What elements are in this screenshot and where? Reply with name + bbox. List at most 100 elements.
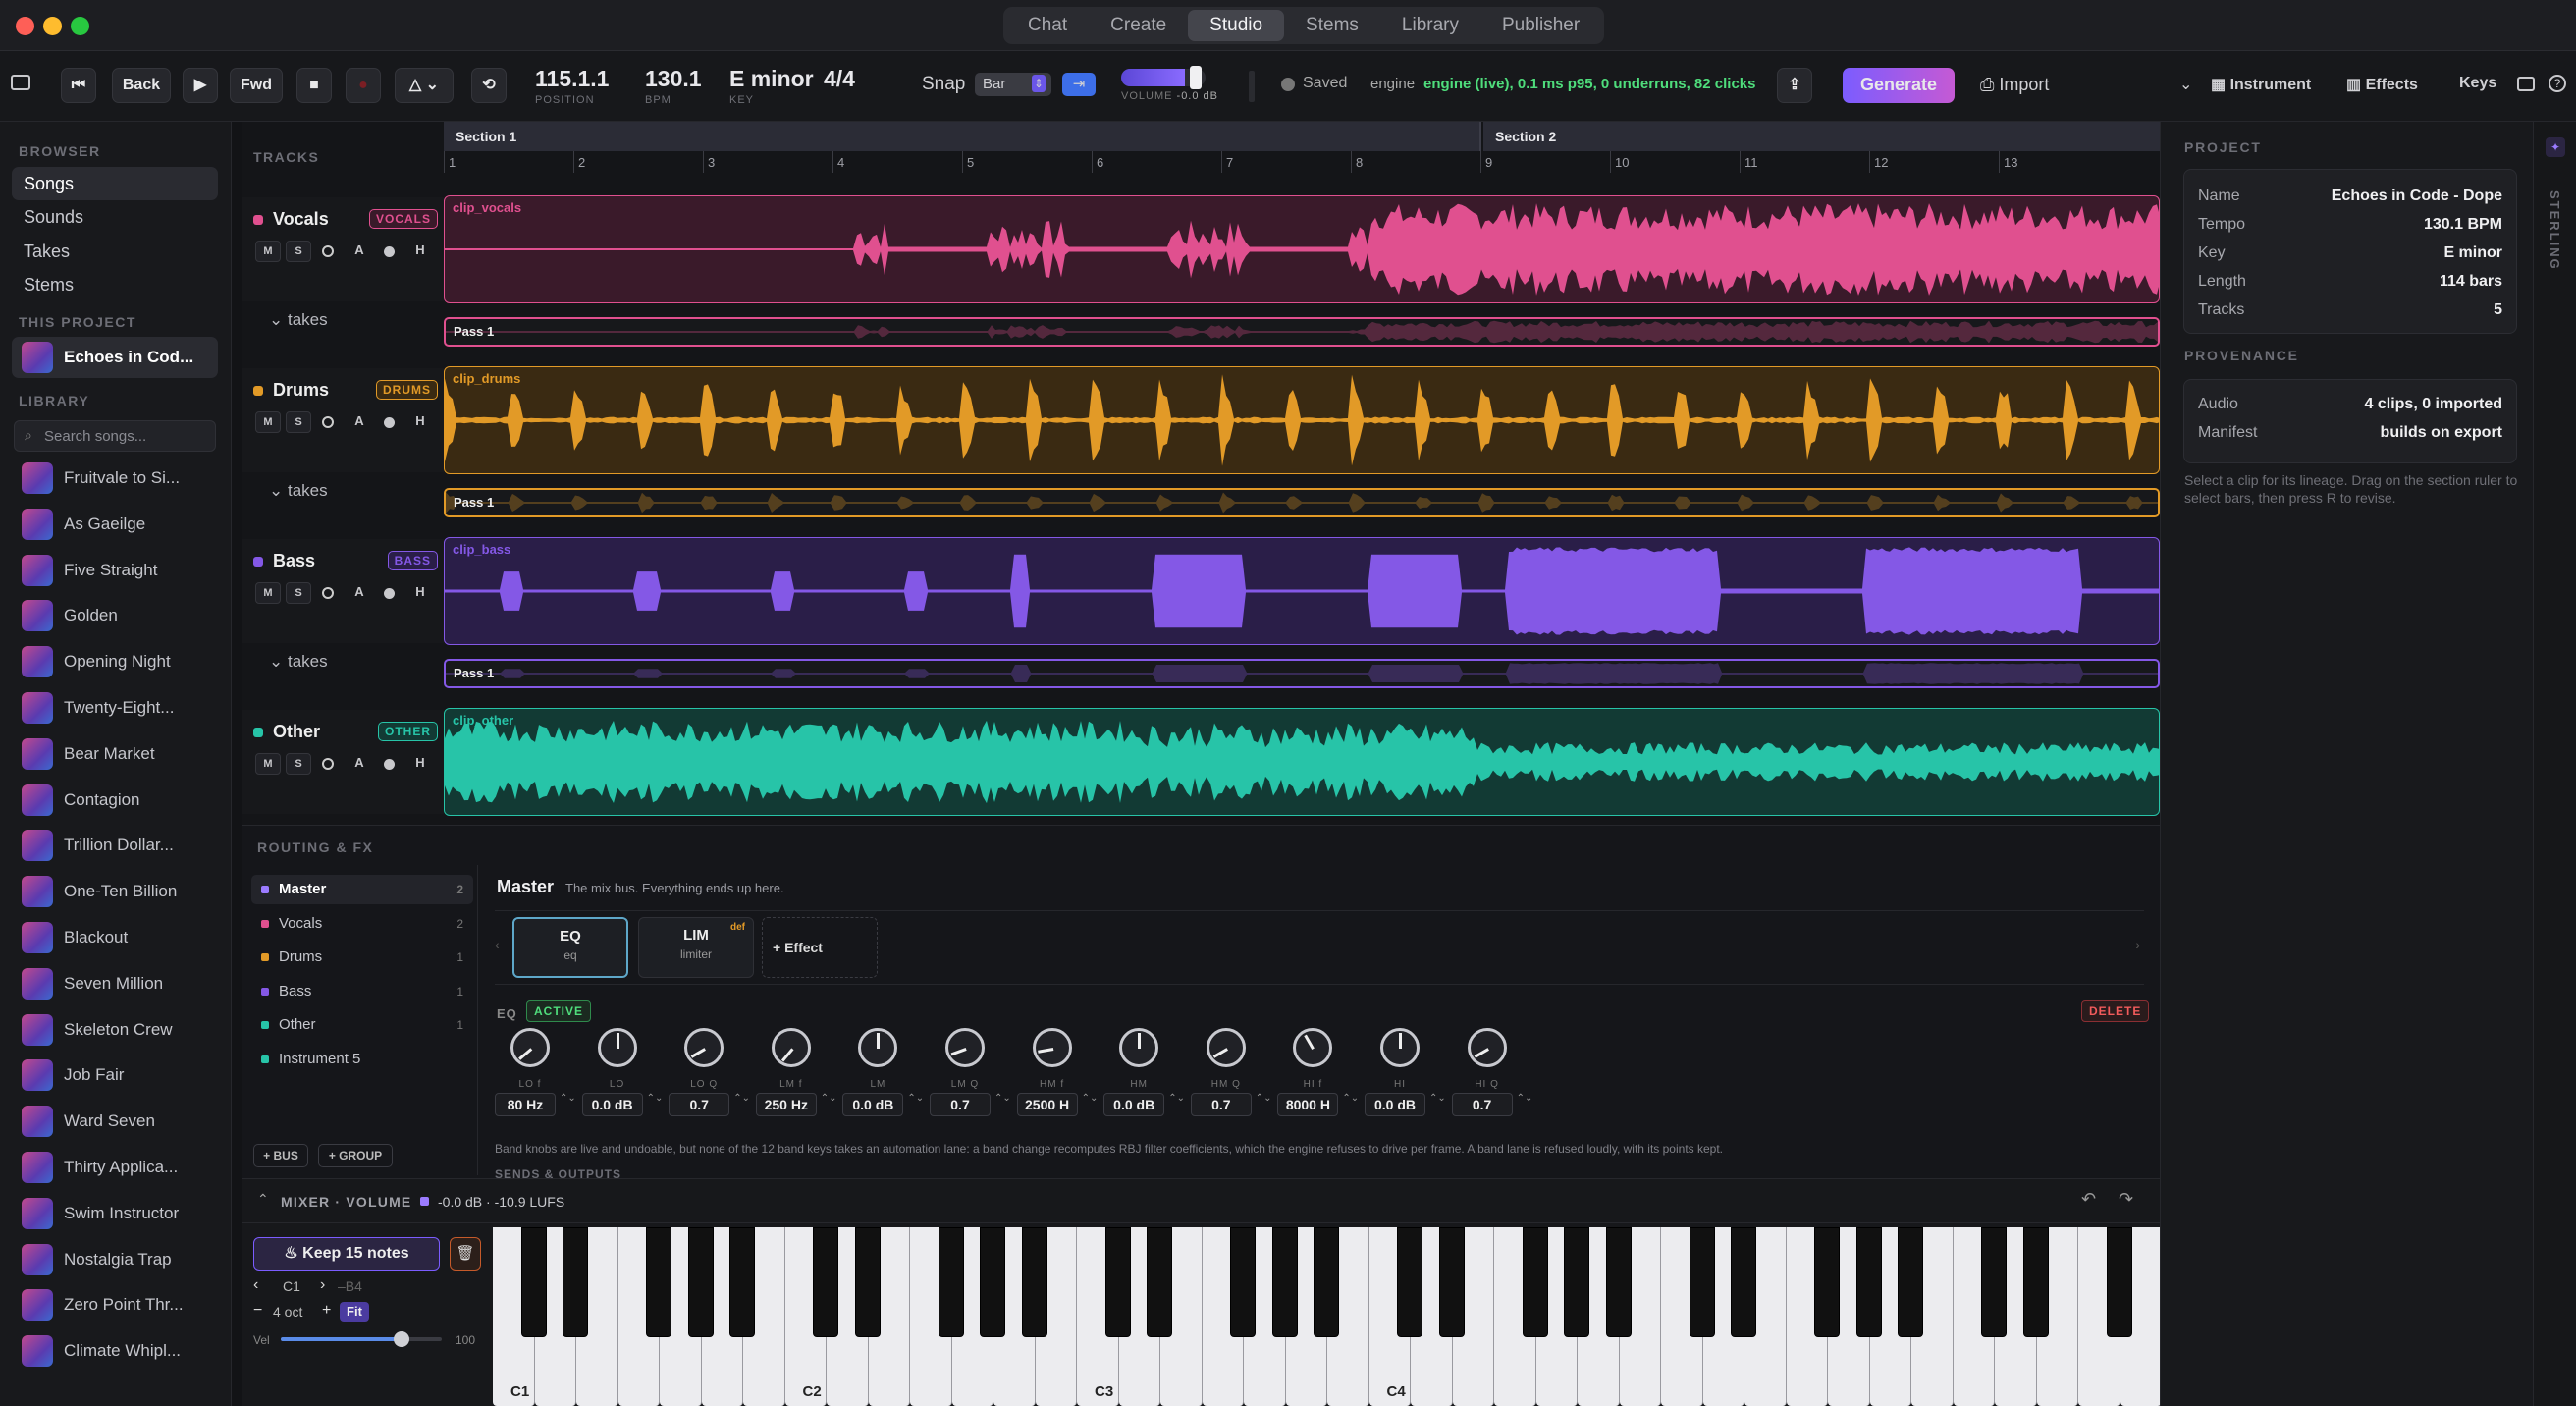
black-key[interactable] (1438, 1227, 1465, 1337)
eq-knob[interactable] (1032, 1028, 1072, 1067)
black-key[interactable] (813, 1227, 839, 1337)
knob-stepper-icon[interactable]: ⌃⌄ (1517, 1093, 1533, 1104)
zoom-window-button[interactable] (71, 17, 89, 35)
eq-knob[interactable] (771, 1028, 811, 1067)
knob-value-input[interactable]: 0.0 dB (1103, 1093, 1165, 1116)
arm-button[interactable] (322, 416, 334, 428)
eq-knob[interactable] (1119, 1028, 1159, 1067)
arm-button[interactable] (322, 758, 334, 770)
eq-knob[interactable] (1380, 1028, 1420, 1067)
black-key[interactable] (1814, 1227, 1841, 1337)
track-header-bass[interactable]: Bass BASS M S A H (242, 539, 444, 643)
monitor-button[interactable] (384, 246, 395, 257)
song-item[interactable]: Blackout (22, 921, 128, 954)
import-button[interactable]: ⎙ Import (1980, 75, 2049, 95)
play-button[interactable]: ▶ (183, 68, 218, 103)
mixer-expand-icon[interactable]: ⌃ (257, 1191, 269, 1208)
song-item[interactable]: As Gaeilge (22, 508, 145, 541)
monitor-button[interactable] (384, 588, 395, 599)
velocity-slider[interactable] (281, 1337, 442, 1341)
black-key[interactable] (2022, 1227, 2049, 1337)
automation-button[interactable]: A (347, 241, 372, 262)
add-bus-button[interactable]: + BUS (253, 1144, 308, 1167)
knob-stepper-icon[interactable]: ⌃⌄ (1168, 1093, 1185, 1104)
knob-value-input[interactable]: 0.7 (1451, 1093, 1513, 1116)
black-key[interactable] (1898, 1227, 1924, 1337)
keys-tab[interactable]: Keys (2459, 75, 2496, 92)
black-key[interactable] (938, 1227, 964, 1337)
add-effect-button[interactable]: + Effect (762, 917, 878, 978)
black-key[interactable] (646, 1227, 672, 1337)
song-item[interactable]: Bear Market (22, 737, 155, 771)
keep-notes-button[interactable]: ♨ Keep 15 notes (253, 1237, 440, 1271)
take-pass[interactable]: Pass 1 (444, 317, 2160, 347)
black-key[interactable] (1731, 1227, 1757, 1337)
black-key[interactable] (1271, 1227, 1298, 1337)
song-item[interactable]: Skeleton Crew (22, 1013, 173, 1047)
song-item[interactable]: Contagion (22, 784, 140, 817)
track-name[interactable]: Bass (273, 551, 315, 571)
knob-stepper-icon[interactable]: ⌃⌄ (1256, 1093, 1272, 1104)
black-key[interactable] (1147, 1227, 1173, 1337)
track-header-other[interactable]: Other OTHER M S A H (242, 710, 444, 814)
eq-knob[interactable] (597, 1028, 637, 1067)
black-key[interactable] (1314, 1227, 1340, 1337)
back-button[interactable]: Back (112, 68, 171, 103)
mute-button[interactable]: M (255, 411, 281, 433)
black-key[interactable] (1689, 1227, 1715, 1337)
assistant-icon[interactable]: ✦ (2546, 137, 2565, 157)
octave-up-icon[interactable]: › (320, 1276, 325, 1294)
song-item[interactable]: Swim Instructor (22, 1197, 179, 1230)
fit-button[interactable]: Fit (340, 1302, 369, 1322)
clip-vocals[interactable]: clip_vocals (444, 195, 2160, 303)
eq-knob[interactable] (684, 1028, 724, 1067)
track-name[interactable]: Vocals (273, 209, 329, 230)
snap-to-grid-icon[interactable]: ⇥ (1062, 73, 1096, 96)
black-key[interactable] (2106, 1227, 2132, 1337)
eq-knob[interactable] (945, 1028, 985, 1067)
song-item[interactable]: Ward Seven (22, 1105, 155, 1138)
route-item[interactable]: Bass 1 (251, 977, 473, 1006)
song-item[interactable]: Thirty Applica... (22, 1151, 178, 1184)
solo-button[interactable]: S (286, 582, 311, 604)
knob-stepper-icon[interactable]: ⌃⌄ (647, 1093, 664, 1104)
song-item[interactable]: Five Straight (22, 554, 157, 587)
monitor-button[interactable] (384, 417, 395, 428)
knob-stepper-icon[interactable]: ⌃⌄ (733, 1093, 750, 1104)
tab-stems[interactable]: Stems (1284, 10, 1380, 41)
this-project-item[interactable]: Echoes in Cod... (12, 337, 218, 378)
knob-stepper-icon[interactable]: ⌃⌄ (994, 1093, 1011, 1104)
browser-item-takes[interactable]: Takes (12, 235, 218, 268)
black-key[interactable] (1230, 1227, 1257, 1337)
redo-icon[interactable]: ↷ (2119, 1189, 2133, 1210)
minimize-window-button[interactable] (43, 17, 62, 35)
black-key[interactable] (729, 1227, 756, 1337)
mute-button[interactable]: M (255, 582, 281, 604)
track-name[interactable]: Other (273, 722, 320, 742)
section-1-marker[interactable]: Section 1 (444, 122, 1481, 151)
tab-create[interactable]: Create (1089, 10, 1188, 41)
generate-button[interactable]: Generate (1843, 68, 1955, 103)
knob-value-input[interactable]: 2500 H (1016, 1093, 1078, 1116)
automation-button[interactable]: A (347, 582, 372, 604)
clip-bass[interactable]: clip_bass (444, 537, 2160, 645)
knob-stepper-icon[interactable]: ⌃⌄ (560, 1093, 576, 1104)
knob-value-input[interactable]: 250 Hz (755, 1093, 817, 1116)
mute-button[interactable]: M (255, 753, 281, 775)
solo-button[interactable]: S (286, 753, 311, 775)
automation-button[interactable]: A (347, 411, 372, 433)
hide-button[interactable]: H (407, 582, 433, 604)
add-group-button[interactable]: + GROUP (318, 1144, 393, 1167)
song-item[interactable]: Climate Whipl... (22, 1334, 181, 1368)
route-item[interactable]: Other 1 (251, 1010, 473, 1040)
meter-readout[interactable]: 4/4 (824, 66, 855, 92)
song-item[interactable]: Seven Million (22, 967, 163, 1000)
knob-stepper-icon[interactable]: ⌃⌄ (821, 1093, 837, 1104)
eq-knob[interactable] (1293, 1028, 1333, 1067)
knob-value-input[interactable]: 0.0 dB (842, 1093, 904, 1116)
section-2-marker[interactable]: Section 2 (1483, 122, 2160, 151)
effects-tab[interactable]: ▥ Effects (2346, 75, 2418, 94)
section-ruler[interactable]: Section 1 Section 2 1 2 3 4 5 6 7 8 9 10 11 12 13 (444, 122, 2160, 173)
black-key[interactable] (1397, 1227, 1423, 1337)
song-item[interactable]: Twenty-Eight... (22, 691, 174, 725)
